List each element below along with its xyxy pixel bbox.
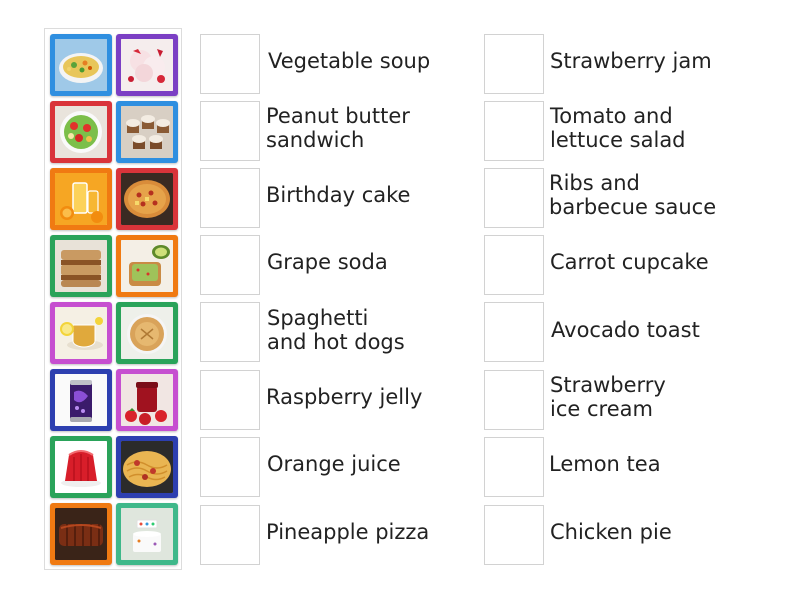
drop-slot[interactable] [484,505,544,565]
drop-slot[interactable] [484,370,544,430]
match-label: Peanut butter sandwich [266,104,410,152]
strawberry-ice-cream-photo [121,39,173,91]
tile-grape-soda[interactable] [50,369,112,431]
match-label: Lemon tea [549,452,661,476]
drop-slot[interactable] [200,370,260,430]
drop-slot[interactable] [200,437,260,497]
ribs-barbecue-photo [55,508,107,560]
drop-slot[interactable] [200,168,260,228]
tile-orange-juice[interactable] [50,168,112,230]
spaghetti-hot-dogs-photo [121,441,173,493]
pineapple-pizza-photo [121,173,173,225]
match-label: Chicken pie [550,520,672,544]
drop-slot[interactable] [484,235,544,295]
tile-ribs-barbecue[interactable] [50,503,112,565]
drop-slot[interactable] [484,34,544,94]
tile-avocado-toast[interactable] [116,235,178,297]
grape-soda-can-photo [55,374,107,426]
carrot-cupcakes-photo [121,106,173,158]
avocado-toast-photo [121,240,173,292]
match-label: Carrot cupcake [550,250,709,274]
match-label: Raspberry jelly [266,385,423,409]
drop-slot[interactable] [200,302,260,362]
orange-juice-photo [55,173,107,225]
match-label: Pineapple pizza [266,520,430,544]
birthday-cake-photo [121,508,173,560]
match-label: Vegetable soup [268,49,431,73]
tile-pineapple-pizza[interactable] [116,168,178,230]
drop-slot[interactable] [484,302,544,362]
tile-vegetable-soup[interactable] [50,34,112,96]
drop-slot[interactable] [200,505,260,565]
drop-slot[interactable] [200,235,260,295]
strawberry-jam-jar-photo [121,374,173,426]
match-label: Ribs and barbecue sauce [549,171,717,219]
image-tile-tray [44,28,182,570]
drop-slot[interactable] [200,34,260,94]
tile-chicken-pie[interactable] [116,302,178,364]
drop-slot[interactable] [200,101,260,161]
tile-raspberry-jelly[interactable] [50,436,112,498]
match-label: Spaghetti and hot dogs [267,306,405,354]
tile-strawberry-ice-cream[interactable] [116,34,178,96]
tomato-lettuce-salad-photo [55,106,107,158]
peanut-butter-sandwich-photo [55,240,107,292]
tile-birthday-cake[interactable] [116,503,178,565]
tile-strawberry-jam[interactable] [116,369,178,431]
tile-tomato-lettuce-salad[interactable] [50,101,112,163]
match-label: Strawberry jam [550,49,712,73]
tile-peanut-butter-sandwich[interactable] [50,235,112,297]
chicken-pie-photo [121,307,173,359]
match-label: Avocado toast [551,318,700,342]
tile-lemon-tea[interactable] [50,302,112,364]
raspberry-jelly-photo [55,441,107,493]
drop-slot[interactable] [484,437,544,497]
vegetable-soup-photo [55,39,107,91]
match-label: Strawberry ice cream [550,373,666,421]
match-label: Tomato and lettuce salad [550,104,686,152]
tile-spaghetti-hot-dogs[interactable] [116,436,178,498]
match-label: Birthday cake [266,183,411,207]
lemon-tea-photo [55,307,107,359]
tile-carrot-cupcakes[interactable] [116,101,178,163]
drop-slot[interactable] [484,168,544,228]
drop-slot[interactable] [484,101,544,161]
match-label: Orange juice [267,452,401,476]
match-label: Grape soda [267,250,388,274]
